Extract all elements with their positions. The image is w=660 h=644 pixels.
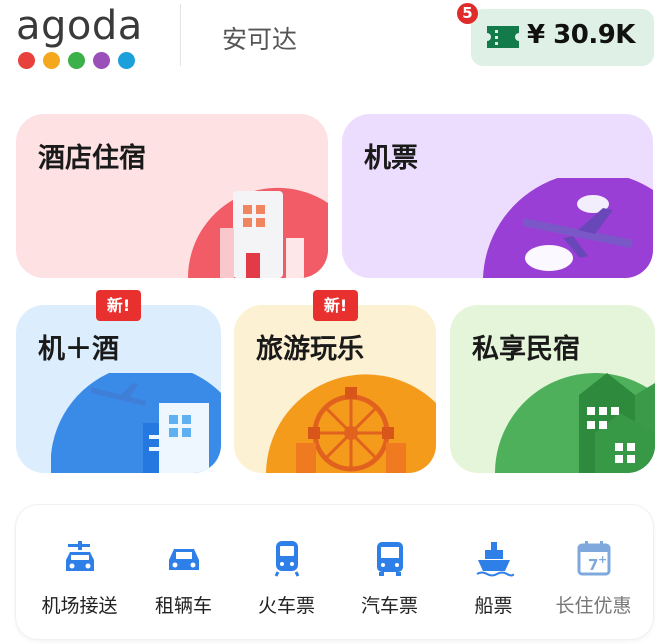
transport-services-bar: 机场接送 租辆车 火车票 汽车票 船票 7 + 长住优惠 bbox=[16, 505, 653, 639]
svg-text:+: + bbox=[598, 553, 607, 566]
train-icon bbox=[274, 541, 299, 577]
notification-badge: 5 bbox=[457, 3, 478, 24]
wallet-amount: ¥ 30.9K bbox=[527, 20, 635, 50]
new-badge: 新! bbox=[313, 290, 358, 321]
activities-card-title: 旅游玩乐 bbox=[256, 334, 364, 365]
houses-icon bbox=[495, 373, 655, 473]
wallet-button[interactable]: ¥ 30.9K bbox=[471, 9, 654, 66]
svg-text:7: 7 bbox=[588, 556, 598, 574]
service-label: 长住优惠 bbox=[555, 595, 632, 617]
car-icon bbox=[168, 549, 199, 570]
calendar-7-icon: 7 + bbox=[577, 541, 610, 576]
ferris-wheel-icon bbox=[266, 374, 436, 473]
service-long-stay-deals[interactable]: 7 + 长住优惠 bbox=[546, 538, 641, 618]
plane-hotel-icon bbox=[51, 373, 221, 473]
logo-dots bbox=[18, 52, 135, 69]
service-airport-transfer[interactable]: 机场接送 bbox=[32, 538, 127, 618]
logo-text: agoda bbox=[16, 3, 143, 49]
new-badge: 新! bbox=[96, 290, 141, 321]
airport-car-icon bbox=[65, 541, 94, 571]
hotel-building-icon bbox=[187, 187, 328, 278]
logo-dot bbox=[18, 52, 35, 69]
flight-card[interactable]: 机票 bbox=[342, 114, 653, 278]
hotel-card[interactable]: 酒店住宿 bbox=[16, 114, 328, 278]
service-train-tickets[interactable]: 火车票 bbox=[239, 538, 334, 618]
service-car-rental[interactable]: 租辆车 bbox=[136, 538, 231, 618]
service-ferry-tickets[interactable]: 船票 bbox=[446, 538, 541, 618]
logo-dot bbox=[68, 52, 85, 69]
bundle-card-title: 机＋酒 bbox=[38, 334, 119, 365]
flight-card-title: 机票 bbox=[364, 143, 418, 174]
logo-dot bbox=[43, 52, 60, 69]
flight-hotel-bundle-card[interactable]: 机＋酒 bbox=[16, 305, 221, 473]
service-label: 火车票 bbox=[257, 595, 315, 617]
private-homes-card[interactable]: 私享民宿 bbox=[450, 305, 655, 473]
agoda-logo[interactable]: agoda bbox=[16, 4, 146, 70]
service-label: 汽车票 bbox=[360, 595, 418, 617]
service-label: 船票 bbox=[474, 595, 513, 617]
service-bus-tickets[interactable]: 汽车票 bbox=[342, 538, 437, 618]
bus-icon bbox=[376, 542, 403, 576]
header-divider bbox=[180, 4, 181, 66]
hotel-card-title: 酒店住宿 bbox=[38, 143, 146, 174]
homes-card-title: 私享民宿 bbox=[472, 334, 580, 365]
logo-dot bbox=[118, 52, 135, 69]
service-label: 租辆车 bbox=[154, 595, 212, 617]
subbrand-name: 安可达 bbox=[222, 25, 298, 54]
logo-dot bbox=[93, 52, 110, 69]
ship-icon bbox=[475, 542, 514, 577]
airplane-icon bbox=[483, 178, 653, 278]
service-label: 机场接送 bbox=[41, 595, 118, 617]
activities-card[interactable]: 旅游玩乐 bbox=[234, 305, 436, 473]
ticket-icon bbox=[487, 26, 519, 48]
